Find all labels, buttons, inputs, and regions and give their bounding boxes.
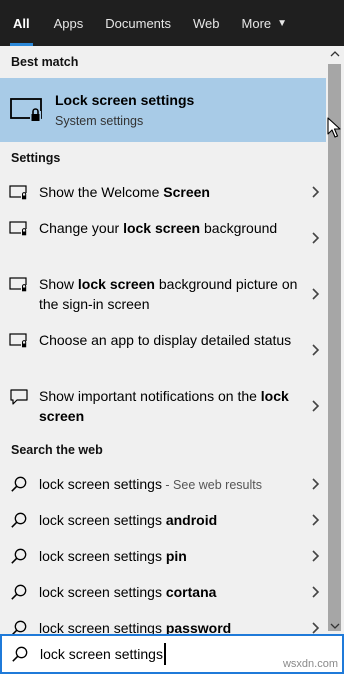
chevron-right-icon bbox=[312, 288, 320, 300]
best-match-result[interactable]: Lock screen settings System settings bbox=[0, 78, 326, 142]
search-box[interactable]: lock screen settings wsxdn.com bbox=[0, 634, 344, 674]
text-caret bbox=[163, 643, 166, 665]
search-icon bbox=[9, 546, 29, 566]
tab-more-label: More bbox=[241, 15, 272, 31]
chevron-right-icon bbox=[312, 400, 320, 412]
web-suggestion[interactable]: lock screen settings cortana bbox=[0, 574, 326, 610]
best-match-title: Lock screen settings bbox=[55, 92, 195, 108]
chevron-right-icon bbox=[312, 550, 320, 562]
web-suggestion-label: lock screen settings password bbox=[39, 620, 232, 634]
web-suggestion-label: lock screen settings android bbox=[39, 512, 218, 528]
lock-screen-small-icon bbox=[9, 275, 29, 295]
web-suggestion[interactable]: lock screen settings password bbox=[0, 610, 326, 634]
tab-documents-label: Documents bbox=[105, 15, 172, 31]
tab-more[interactable]: More ▼ bbox=[231, 0, 299, 46]
settings-item-change-lock-screen-background[interactable]: Change your lock screen background bbox=[0, 210, 326, 266]
chevron-right-icon bbox=[312, 344, 320, 356]
settings-item-welcome-screen[interactable]: Show the Welcome Screen bbox=[0, 174, 326, 210]
search-input[interactable]: lock screen settings bbox=[40, 646, 163, 662]
settings-item-label: Show lock screen background picture on t… bbox=[39, 276, 298, 312]
web-suggestion[interactable]: lock screen settings - See web results bbox=[0, 466, 326, 502]
mouse-pointer-icon bbox=[327, 117, 341, 138]
web-suggestion[interactable]: lock screen settings android bbox=[0, 502, 326, 538]
see-web-results-hint: - See web results bbox=[161, 478, 262, 492]
settings-header: Settings bbox=[11, 151, 61, 165]
tab-web-label: Web bbox=[193, 15, 220, 31]
settings-item-label: Show the Welcome Screen bbox=[39, 184, 210, 200]
web-suggestion-label: lock screen settings cortana bbox=[39, 584, 217, 600]
best-match-subtitle: System settings bbox=[55, 114, 144, 128]
caret-down-icon: ▼ bbox=[277, 17, 288, 29]
tab-all[interactable]: All bbox=[0, 0, 43, 46]
best-match-header: Best match bbox=[11, 55, 79, 69]
web-suggestion-label: lock screen settings - See web results bbox=[39, 476, 262, 492]
chevron-right-icon bbox=[312, 186, 320, 198]
search-icon bbox=[9, 510, 29, 530]
search-icon bbox=[9, 474, 29, 494]
settings-item-show-important-notifications[interactable]: Show important notifications on the lock… bbox=[0, 378, 326, 434]
search-web-header: Search the web bbox=[11, 443, 103, 457]
scrollbar-thumb[interactable] bbox=[328, 64, 341, 631]
search-icon bbox=[9, 582, 29, 602]
web-suggestion-label: lock screen settings pin bbox=[39, 548, 187, 564]
settings-item-label: Change your lock screen background bbox=[39, 220, 278, 236]
chevron-right-icon bbox=[312, 478, 320, 490]
tab-apps[interactable]: Apps bbox=[43, 0, 95, 46]
settings-item-show-lock-screen-background-signin[interactable]: Show lock screen background picture on t… bbox=[0, 266, 326, 322]
lock-screen-small-icon bbox=[9, 183, 29, 203]
lock-screen-icon bbox=[10, 95, 44, 125]
chevron-right-icon bbox=[312, 586, 320, 598]
scroll-up-arrow-icon[interactable] bbox=[326, 46, 344, 62]
settings-item-label: Choose an app to display detailed status bbox=[39, 332, 292, 348]
lock-screen-small-icon bbox=[9, 331, 29, 351]
search-icon bbox=[10, 644, 30, 664]
lock-screen-small-icon bbox=[9, 219, 29, 239]
chevron-right-icon bbox=[312, 514, 320, 526]
search-icon bbox=[9, 618, 29, 634]
tab-web[interactable]: Web bbox=[182, 0, 231, 46]
tab-documents[interactable]: Documents bbox=[94, 0, 182, 46]
chevron-right-icon bbox=[312, 232, 320, 244]
notification-speech-icon bbox=[9, 387, 29, 407]
watermark: wsxdn.com bbox=[282, 658, 338, 670]
chevron-right-icon bbox=[312, 622, 320, 634]
tab-all-label: All bbox=[13, 15, 30, 31]
settings-item-choose-app-detailed-status[interactable]: Choose an app to display detailed status bbox=[0, 322, 326, 378]
web-suggestion[interactable]: lock screen settings pin bbox=[0, 538, 326, 574]
tab-apps-label: Apps bbox=[53, 15, 84, 31]
results-panel: Best match Lock screen settings System s… bbox=[0, 46, 326, 634]
scroll-down-arrow-icon[interactable] bbox=[326, 618, 344, 634]
settings-item-label: Show important notifications on the lock… bbox=[39, 388, 289, 424]
search-scope-tabs: All Apps Documents Web More ▼ bbox=[0, 0, 344, 46]
